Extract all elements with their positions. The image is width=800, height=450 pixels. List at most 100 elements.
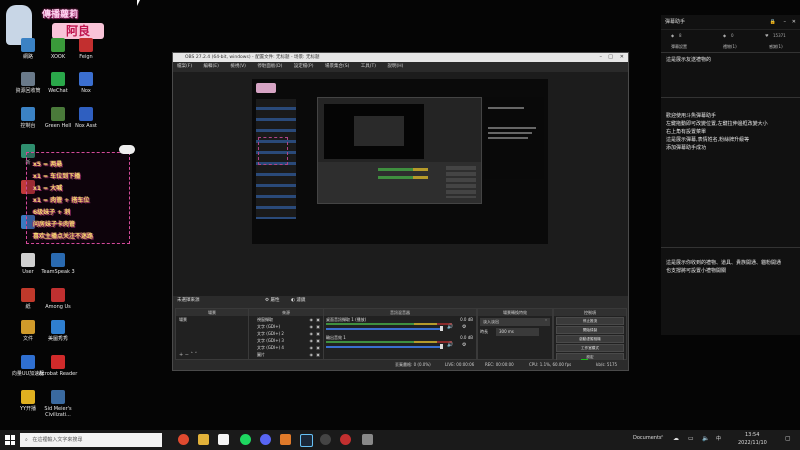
desktop-icon[interactable]: Nox <box>66 72 106 94</box>
duration-input[interactable]: 300 ms <box>496 328 539 336</box>
windows-start-icon[interactable] <box>5 435 15 445</box>
search-icon: ⌕ <box>25 437 28 443</box>
obs-icon[interactable] <box>320 434 331 445</box>
menu-tools[interactable]: 工具(T) <box>361 64 376 69</box>
maximize-icon[interactable]: □ <box>608 53 613 62</box>
volume-slider[interactable] <box>326 346 442 348</box>
gear-icon[interactable]: ⚙ <box>462 324 466 330</box>
eye-icon[interactable]: ◉ <box>310 323 314 330</box>
speaker-icon[interactable]: 🔊 <box>447 342 453 348</box>
control-button[interactable]: 開始錄製 <box>556 326 624 334</box>
menu-scene-collection[interactable]: 場景集合(S) <box>325 64 349 69</box>
minimize-icon[interactable]: – <box>600 53 603 62</box>
close-icon[interactable]: ✕ <box>620 53 624 62</box>
source-item[interactable]: 文字 (GDI+) 3 ◉ ▣ <box>249 337 323 344</box>
audio-mixer-dock: 音訊混音器 桌面音訊擷取 1 (播放) 0.0 dB 🔊 ⚙ 輸出音效 1 0.… <box>323 308 477 360</box>
chrome-icon[interactable] <box>178 434 189 445</box>
lock-icon[interactable]: ▣ <box>316 337 320 344</box>
scene-add-remove-buttons[interactable]: + − ˄ ˅ <box>179 352 197 358</box>
desktop-icon[interactable]: Among Us <box>38 288 78 310</box>
network-icon[interactable]: ▭ <box>688 435 694 442</box>
tab-gifts[interactable]: 禮物(1) <box>723 41 737 52</box>
control-button[interactable]: 停止推流 <box>556 317 624 325</box>
tray-documents[interactable]: Documents <box>633 435 662 441</box>
lock-icon[interactable]: ▣ <box>316 316 320 323</box>
transition-select[interactable]: 淡入淡出 ˅ <box>480 318 550 326</box>
volume-slider[interactable] <box>326 328 442 330</box>
cloud-icon[interactable]: ☁ <box>673 435 679 442</box>
search-box[interactable]: ⌕ 在這裡輸入文字來搜尋 <box>20 433 162 447</box>
mouse-cursor <box>137 0 140 6</box>
scene-item[interactable]: 場景 <box>176 316 248 323</box>
desktop-icon[interactable]: Acrobat Reader <box>38 355 78 377</box>
obs-preview-area[interactable] <box>173 72 628 296</box>
eye-icon[interactable]: ◉ <box>310 344 314 351</box>
stream-overlay-box: x5 = 两悬 x1 = 车位到下播 x1 = 大喊 x1 = 肉管 + 搭车位… <box>26 145 135 244</box>
obs-titlebar[interactable]: OBS 27.2.4 (64-bit, windows) - 配置文件: 无标题… <box>173 53 628 62</box>
app-icon <box>51 253 65 267</box>
eye-icon[interactable]: ◉ <box>310 337 314 344</box>
control-button[interactable]: 工作室模式 <box>556 344 624 352</box>
nested-obs-window <box>317 97 482 204</box>
lock-icon[interactable]: ▣ <box>316 323 320 330</box>
lock-icon[interactable]: ▣ <box>316 351 320 358</box>
eye-icon[interactable]: ◉ <box>310 316 314 323</box>
sources-dock: 來源 視窗擷取 ◉ ▣ 文字 (GDI+) ◉ ▣ 文字 (GDI+) 2 ◉ ▣ 文字 (GDI… <box>248 308 324 360</box>
tool-icon[interactable] <box>362 434 373 445</box>
app-icon <box>21 288 35 302</box>
close-icon[interactable]: ✕ <box>792 15 796 29</box>
desktop-icon[interactable]: 美圖秀秀 <box>38 320 78 342</box>
menu-edit[interactable]: 編輯(E) <box>204 64 219 69</box>
source-label: 文字 (GDI+) 4 <box>257 345 284 350</box>
source-item[interactable]: 文字 (GDI+) 2 ◉ ▣ <box>249 330 323 337</box>
banner-title: 傳播蘿莉 <box>42 10 79 20</box>
clock-date[interactable]: 2022/11/10 <box>738 440 767 446</box>
notification-icon[interactable]: ▢ <box>785 435 791 442</box>
gear-icon[interactable]: ⚙ <box>462 342 466 348</box>
control-button[interactable]: 啟動虛擬相機 <box>556 335 624 343</box>
overlay-line: x5 = 两悬 <box>33 161 63 168</box>
volume-knob[interactable] <box>440 344 443 349</box>
minimize-icon[interactable]: – <box>784 15 787 29</box>
speaker-icon[interactable]: 🔊 <box>447 324 453 330</box>
discord-icon[interactable] <box>260 434 271 445</box>
obs-window[interactable]: OBS 27.2.4 (64-bit, windows) - 配置文件: 无标题… <box>172 52 629 371</box>
lock-icon[interactable]: 🔒 <box>770 15 776 29</box>
desktop-icon[interactable]: Feign <box>66 38 106 60</box>
folder-icon[interactable] <box>198 434 209 445</box>
steam-icon[interactable] <box>300 434 313 447</box>
tab-thanks[interactable]: 感謝(1) <box>769 41 783 52</box>
lock-icon[interactable]: ▣ <box>316 330 320 337</box>
tab-danmaku[interactable]: 彈幕設置 <box>671 41 687 52</box>
mixer-track: 桌面音訊擷取 1 (播放) 0.0 dB 🔊 ⚙ <box>324 316 476 334</box>
game-icon[interactable] <box>280 434 291 445</box>
window-title: OBS 27.2.4 (64-bit, windows) - 配置文件: 无标题… <box>185 55 320 60</box>
volume-icon[interactable]: 🔈 <box>702 435 709 442</box>
desktop-icon[interactable]: Nox Asst <box>66 107 106 129</box>
danmaku-helper-panel: 彈幕助手 🔒 – ✕ ◆ 8 ◆ 0 ♥ 15371 彈幕設置 禮物(1) 感謝… <box>661 15 800 335</box>
app-red-icon[interactable] <box>340 434 351 445</box>
eye-icon[interactable]: ◉ <box>310 330 314 337</box>
properties-button[interactable]: ⚙ 屬性 <box>265 296 279 306</box>
source-item[interactable]: 文字 (GDI+) ◉ ▣ <box>249 323 323 330</box>
eye-icon[interactable]: ◉ <box>310 351 314 358</box>
menu-help[interactable]: 說明(H) <box>387 64 403 69</box>
spotify-icon[interactable] <box>240 434 251 445</box>
overlay-line: x1 = 大喊 <box>33 185 63 192</box>
app-icon[interactable] <box>218 434 229 445</box>
clock-time[interactable]: 13:54 <box>745 432 759 438</box>
source-item[interactable]: 視窗擷取 ◉ ▣ <box>249 316 323 323</box>
desktop-icon[interactable]: Sid Meier's Civilizati... <box>38 390 78 418</box>
ime-indicator[interactable]: 中 <box>716 435 721 442</box>
desktop-icon[interactable]: TeamSpeak 3 <box>38 253 78 275</box>
chevron-up-icon[interactable]: ⌃ <box>660 435 664 441</box>
lock-icon[interactable]: ▣ <box>316 344 320 351</box>
source-item[interactable]: 文字 (GDI+) 4 ◉ ▣ <box>249 344 323 351</box>
menu-file[interactable]: 檔案(F) <box>177 64 192 69</box>
menu-docks[interactable]: 停駐面板(D) <box>257 64 282 69</box>
menu-profile[interactable]: 設定檔(P) <box>294 64 314 69</box>
menu-view[interactable]: 檢視(V) <box>230 64 246 69</box>
source-item[interactable]: 圖片 ◉ ▣ <box>249 351 323 358</box>
filters-button[interactable]: ◐ 濾鏡 <box>291 296 305 306</box>
volume-knob[interactable] <box>440 326 443 331</box>
